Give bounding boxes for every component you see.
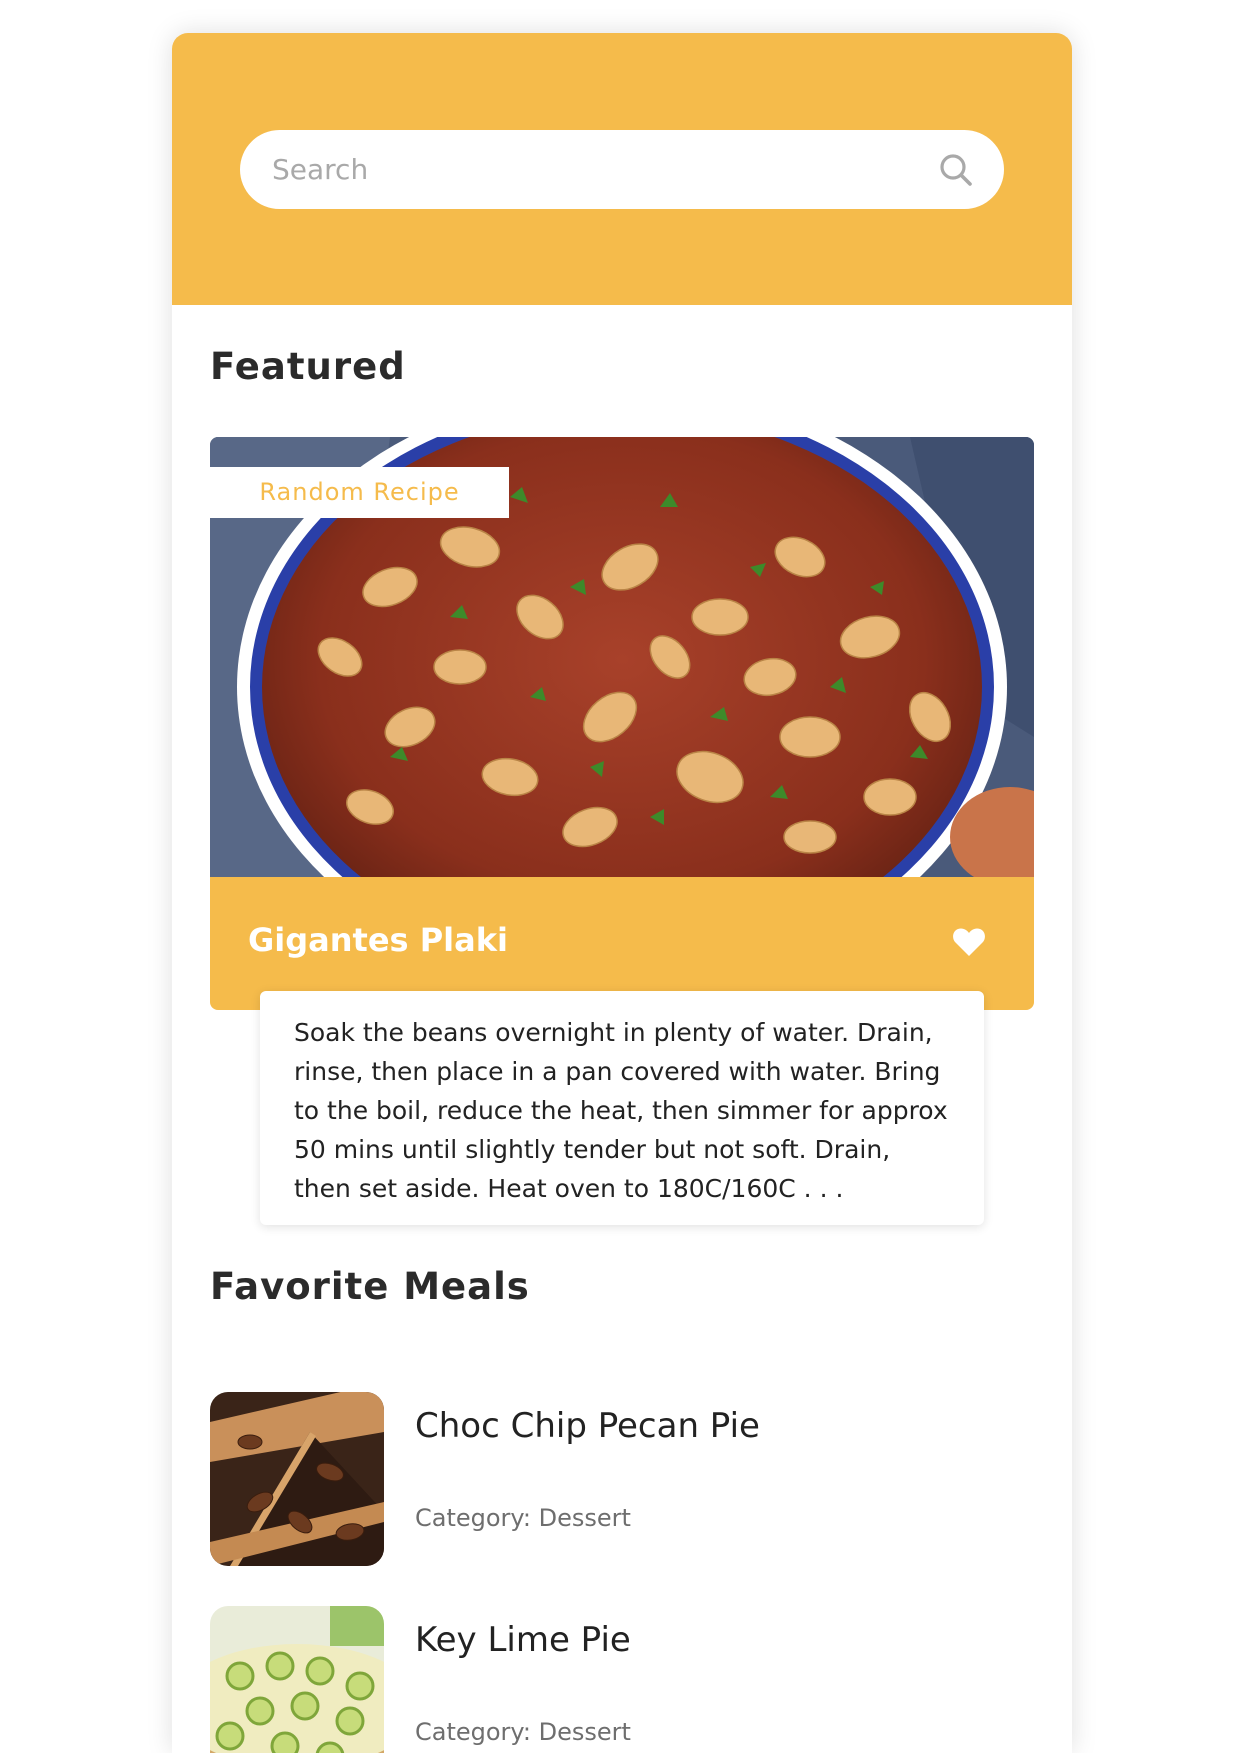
featured-recipe-description-box: Soak the beans overnight in plenty of wa…	[260, 991, 984, 1225]
meal-thumbnail	[210, 1392, 384, 1566]
favorite-meal-item[interactable]: Key Lime Pie Category: Dessert	[210, 1606, 1034, 1753]
meal-thumbnail	[210, 1606, 384, 1753]
random-recipe-badge: Random Recipe	[210, 467, 509, 518]
meal-category: Category: Dessert	[415, 1718, 631, 1746]
featured-section-title: Featured	[210, 345, 406, 388]
search-input[interactable]	[272, 130, 912, 209]
header	[172, 33, 1072, 305]
favorite-meals-section-title: Favorite Meals	[210, 1265, 530, 1308]
favorite-meal-item[interactable]: Choc Chip Pecan Pie Category: Dessert	[210, 1392, 1034, 1572]
heart-icon[interactable]	[952, 927, 986, 957]
meal-category: Category: Dessert	[415, 1504, 631, 1532]
featured-recipe-name[interactable]: Gigantes Plaki	[248, 921, 508, 959]
featured-recipe-description: Soak the beans overnight in plenty of wa…	[294, 1018, 948, 1203]
search-box[interactable]	[240, 130, 1004, 209]
meal-name: Key Lime Pie	[415, 1620, 631, 1660]
search-icon[interactable]	[938, 152, 974, 188]
recipe-app: Featured	[172, 33, 1072, 1753]
featured-recipe-card[interactable]: Random Recipe Gigantes Plaki	[210, 437, 1034, 1010]
meal-name: Choc Chip Pecan Pie	[415, 1406, 760, 1446]
featured-recipe-image: Random Recipe	[210, 437, 1034, 877]
